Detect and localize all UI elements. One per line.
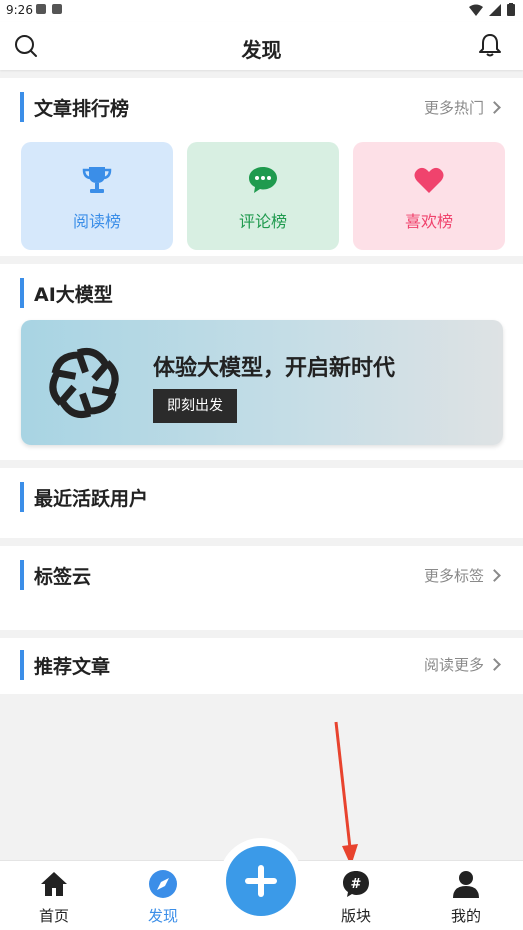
bell-icon[interactable] xyxy=(477,32,503,58)
tab-home[interactable]: 首页 xyxy=(19,869,89,926)
openai-logo-icon xyxy=(49,348,119,418)
top-app-bar: 发现 xyxy=(0,22,523,70)
section-accent-bar xyxy=(20,650,24,680)
tab-me[interactable]: 我的 xyxy=(431,869,501,926)
chevron-right-icon xyxy=(488,101,501,114)
section-title: 最近活跃用户 xyxy=(34,487,149,510)
user-icon xyxy=(453,871,479,898)
ai-section: AI大模型 体验大模型，开启新时代 即刻出发 xyxy=(0,264,523,460)
home-icon xyxy=(41,872,67,896)
rank-card-reading[interactable]: 阅读榜 xyxy=(21,142,173,250)
trophy-icon xyxy=(82,167,112,193)
section-accent-bar xyxy=(20,482,24,512)
tab-label: 我的 xyxy=(450,907,481,925)
ai-banner[interactable]: 体验大模型，开启新时代 即刻出发 xyxy=(21,320,503,445)
heart-icon xyxy=(414,167,444,193)
signal-icon xyxy=(489,3,501,16)
compass-icon xyxy=(149,870,177,898)
read-more-link[interactable]: 阅读更多 xyxy=(424,654,501,675)
tab-label: 发现 xyxy=(147,907,178,925)
create-post-button[interactable] xyxy=(226,846,296,916)
rank-card-likes[interactable]: 喜欢榜 xyxy=(353,142,505,250)
chevron-right-icon xyxy=(488,569,501,582)
plus-icon xyxy=(245,865,277,897)
active-users-section: 最近活跃用户 xyxy=(0,468,523,538)
rank-card-label: 评论榜 xyxy=(238,212,287,231)
rank-card-label: 喜欢榜 xyxy=(404,212,453,231)
more-hot-link[interactable]: 更多热门 xyxy=(424,97,501,118)
annotation-arrow xyxy=(334,721,358,866)
section-title: 文章排行榜 xyxy=(34,97,130,120)
wifi-icon xyxy=(469,4,483,16)
tab-label: 版块 xyxy=(340,907,371,925)
ai-banner-text: 体验大模型，开启新时代 xyxy=(153,356,396,381)
hashtag-icon: # xyxy=(343,871,369,897)
recommended-section: 推荐文章 阅读更多 xyxy=(0,638,523,694)
chat-bubble-icon xyxy=(249,167,277,193)
start-now-button[interactable]: 即刻出发 xyxy=(153,389,237,423)
tab-boards[interactable]: # 版块 xyxy=(321,869,391,926)
tab-label: 首页 xyxy=(38,907,69,925)
section-title: 推荐文章 xyxy=(34,655,111,678)
ranking-section: 文章排行榜 更多热门 阅读榜 评论榜 喜欢榜 xyxy=(0,78,523,256)
tab-discover[interactable]: 发现 xyxy=(128,869,198,926)
chevron-right-icon xyxy=(488,658,501,671)
notification-icon xyxy=(52,4,62,14)
rank-card-label: 阅读榜 xyxy=(72,212,121,231)
svg-text:#: # xyxy=(351,877,362,892)
status-time: 9:26 xyxy=(6,3,33,17)
notification-icon xyxy=(36,4,46,14)
section-accent-bar xyxy=(20,278,24,308)
tag-cloud-section: 标签云 更多标签 xyxy=(0,546,523,630)
section-accent-bar xyxy=(20,560,24,590)
battery-icon xyxy=(507,3,515,16)
more-tags-link[interactable]: 更多标签 xyxy=(424,565,501,586)
section-accent-bar xyxy=(20,92,24,122)
section-title: AI大模型 xyxy=(34,283,113,306)
page-title: 发现 xyxy=(241,38,282,62)
status-bar: 9:26 xyxy=(0,0,523,22)
section-title: 标签云 xyxy=(34,565,92,588)
rank-card-comments[interactable]: 评论榜 xyxy=(187,142,339,250)
